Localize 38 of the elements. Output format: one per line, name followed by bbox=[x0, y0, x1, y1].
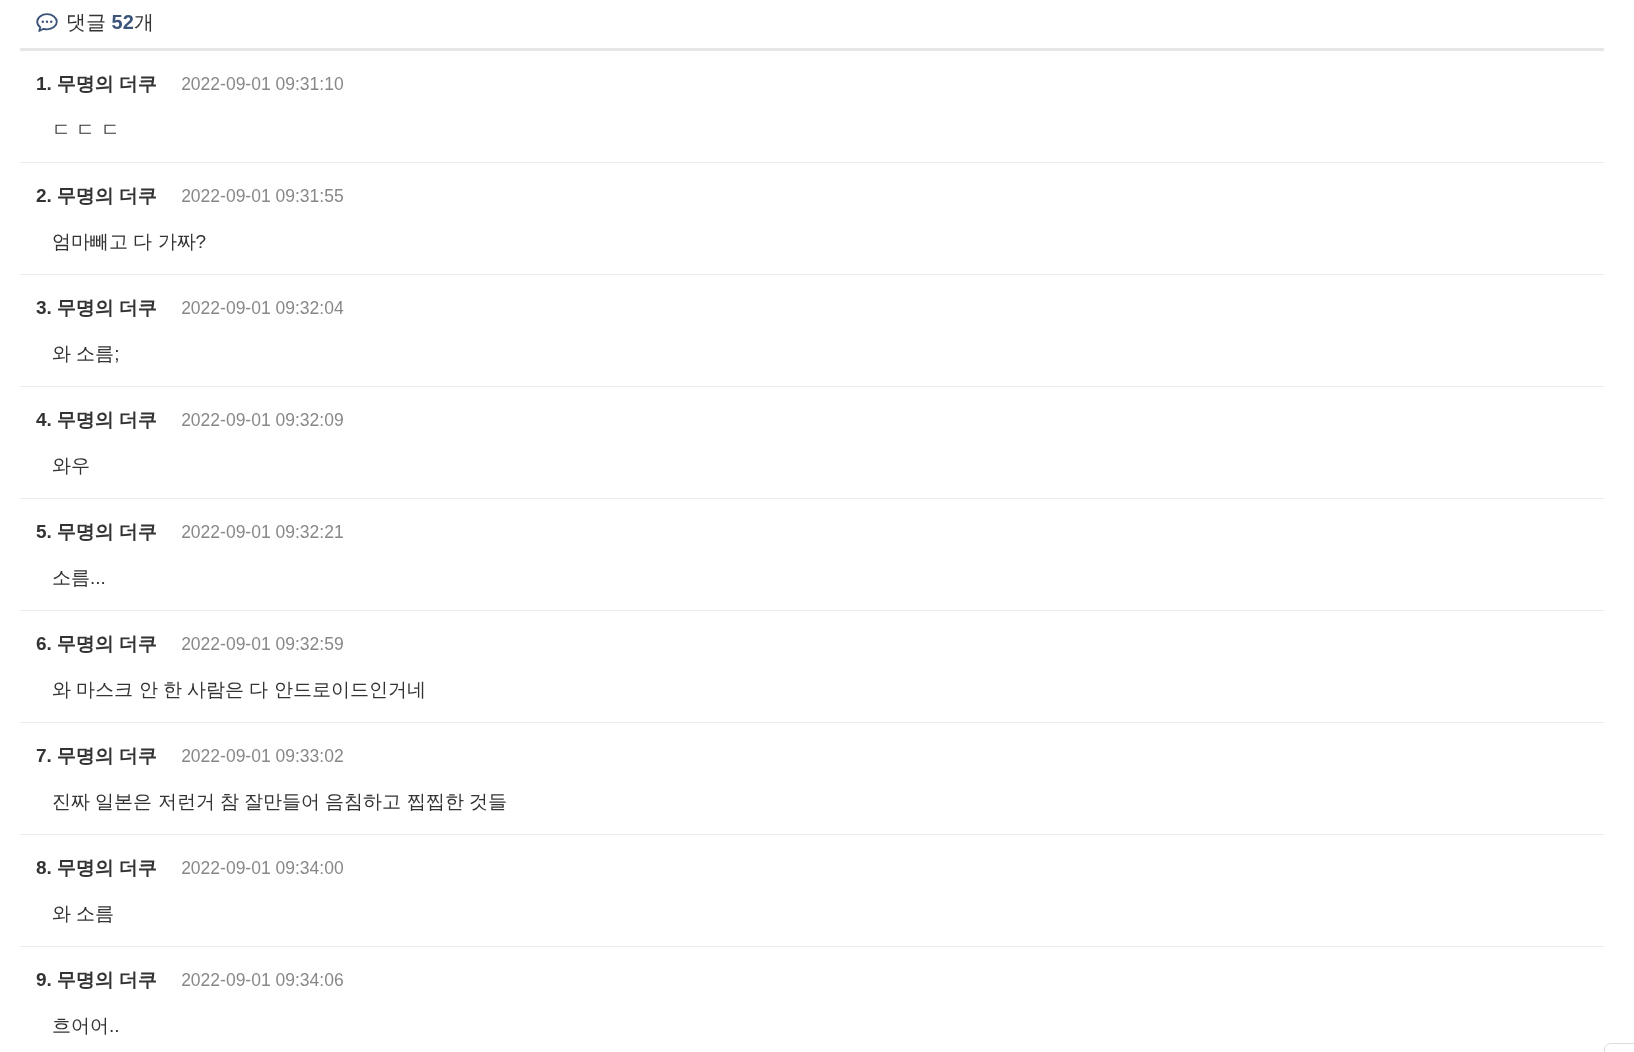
comment-author: 무명의 더쿠 bbox=[56, 520, 158, 544]
comment-text: 흐어어.. bbox=[52, 1015, 120, 1036]
comment-number: 9. bbox=[36, 968, 52, 992]
comment-timestamp: 2022-09-01 09:33:02 bbox=[181, 745, 344, 768]
comment-count-title: 댓글 52개 bbox=[66, 10, 154, 35]
comment-timestamp: 2022-09-01 09:32:09 bbox=[181, 409, 344, 432]
comment-number: 1. bbox=[36, 72, 52, 96]
comment-number: 3. bbox=[36, 296, 52, 320]
comment-number: 5. bbox=[36, 520, 52, 544]
comment-number: 7. bbox=[36, 744, 52, 768]
comment-author: 무명의 더쿠 bbox=[56, 968, 158, 992]
comment-text: 와우 bbox=[52, 455, 90, 476]
comment-author: 무명의 더쿠 bbox=[56, 744, 158, 768]
comment-number: 8. bbox=[36, 856, 52, 880]
comment-number: 2. bbox=[36, 184, 52, 208]
comment-timestamp: 2022-09-01 09:34:06 bbox=[181, 969, 344, 992]
comment-text: 와 소름 bbox=[52, 903, 115, 924]
comment-text: 엄마빼고 다 가짜? bbox=[52, 231, 207, 252]
comment-timestamp: 2022-09-01 09:32:21 bbox=[181, 521, 344, 544]
comment-text: 소름... bbox=[52, 567, 106, 588]
comment-author: 무명의 더쿠 bbox=[56, 408, 158, 432]
comment-text: 와 소름; bbox=[52, 343, 120, 364]
comment-author: 무명의 더쿠 bbox=[56, 184, 158, 208]
comment-timestamp: 2022-09-01 09:32:59 bbox=[181, 633, 344, 656]
comment-timestamp: 2022-09-01 09:31:10 bbox=[181, 73, 344, 96]
comment-text: 와 마스크 안 한 사람은 다 안드로이드인거네 bbox=[52, 679, 426, 700]
comment-timestamp: 2022-09-01 09:32:04 bbox=[181, 297, 344, 320]
comment-author: 무명의 더쿠 bbox=[56, 296, 158, 320]
speech-bubble-icon bbox=[36, 12, 58, 32]
comment-number: 4. bbox=[36, 408, 52, 432]
comment-author: 무명의 더쿠 bbox=[56, 72, 158, 96]
comment-timestamp: 2022-09-01 09:31:55 bbox=[181, 185, 344, 208]
comment-number: 6. bbox=[36, 632, 52, 656]
comment-author: 무명의 더쿠 bbox=[56, 856, 158, 880]
comment-timestamp: 2022-09-01 09:34:00 bbox=[181, 857, 344, 880]
comment-author: 무명의 더쿠 bbox=[56, 632, 158, 656]
comment-text: 진짜 일본은 저런거 참 잘만들어 음침하고 찝찝한 것들 bbox=[52, 791, 507, 812]
comment-text: ㄷ ㄷ ㄷ bbox=[52, 119, 120, 140]
